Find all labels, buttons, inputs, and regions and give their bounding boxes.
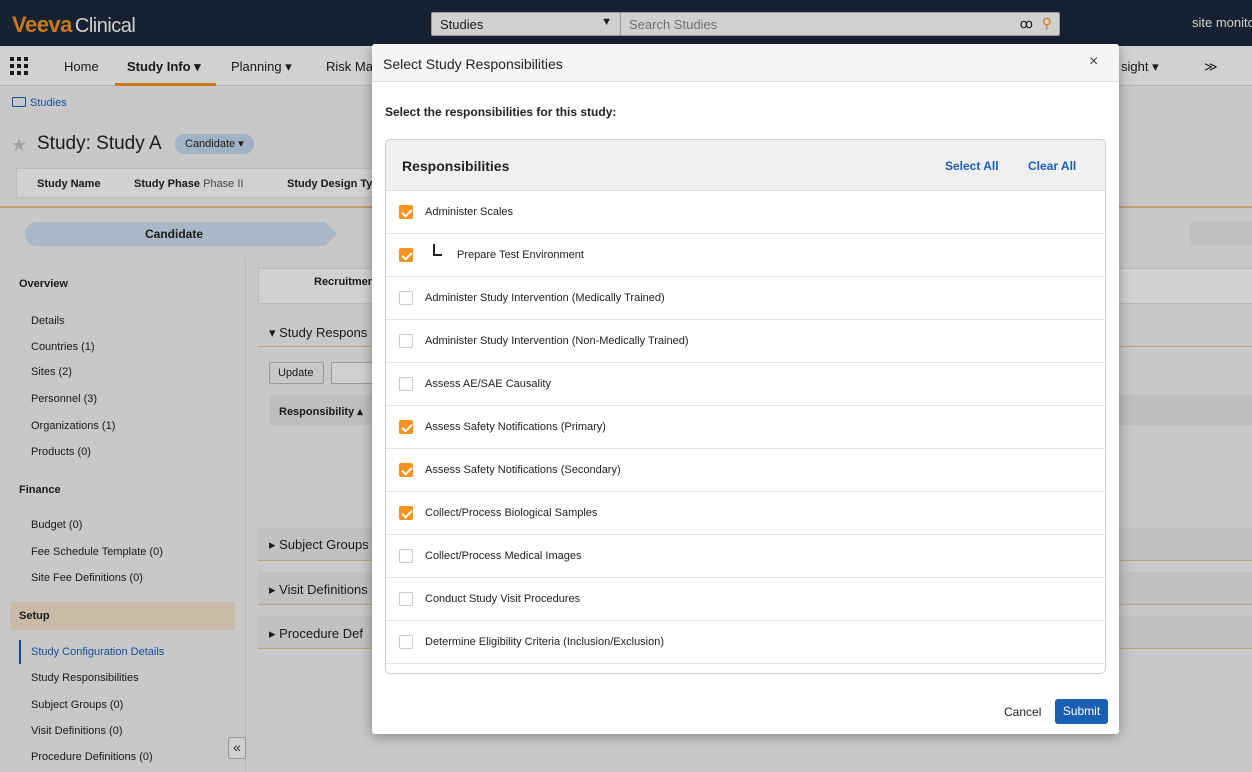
responsibility-label: Administer Scales bbox=[425, 206, 514, 218]
cancel-button[interactable]: Cancel bbox=[1004, 705, 1041, 719]
responsibility-row[interactable]: Administer Study Intervention (Medically… bbox=[386, 277, 1105, 320]
responsibility-row[interactable]: Assess Safety Notifications (Primary) bbox=[386, 406, 1105, 449]
checkbox-unchecked[interactable] bbox=[399, 592, 413, 606]
responsibility-label: Prepare Test Environment bbox=[457, 249, 584, 261]
checkbox-unchecked[interactable] bbox=[399, 334, 413, 348]
responsibility-label: Administer Study Intervention (Medically… bbox=[425, 292, 665, 304]
submit-button[interactable]: Submit bbox=[1055, 699, 1108, 724]
dialog-header: Select Study Responsibilities × bbox=[372, 44, 1119, 82]
clear-all-link[interactable]: Clear All bbox=[1028, 159, 1076, 173]
select-all-link[interactable]: Select All bbox=[945, 159, 999, 173]
checkbox-checked[interactable] bbox=[399, 506, 413, 520]
checkbox-checked[interactable] bbox=[399, 248, 413, 262]
responsibility-row[interactable]: Conduct Study Visit Procedures bbox=[386, 578, 1105, 621]
responsibility-label: Conduct Study Visit Procedures bbox=[425, 593, 581, 605]
checkbox-unchecked[interactable] bbox=[399, 635, 413, 649]
responsibilities-panel: Responsibilities Select All Clear All Ad… bbox=[385, 139, 1106, 674]
responsibilities-panel-title: Responsibilities bbox=[402, 158, 510, 174]
select-responsibilities-dialog: Select Study Responsibilities × Select t… bbox=[372, 44, 1119, 734]
checkbox-unchecked[interactable] bbox=[399, 291, 413, 305]
responsibility-label: Administer Study Intervention (Non-Medic… bbox=[425, 335, 689, 347]
responsibility-row[interactable]: Assess AE/SAE Causality bbox=[386, 363, 1105, 406]
close-icon[interactable]: × bbox=[1089, 53, 1098, 71]
checkbox-unchecked[interactable] bbox=[399, 549, 413, 563]
checkbox-checked[interactable] bbox=[399, 463, 413, 477]
responsibility-label: Collect/Process Medical Images bbox=[425, 550, 582, 562]
responsibility-row[interactable]: Administer Scales bbox=[386, 191, 1105, 234]
checkbox-checked[interactable] bbox=[399, 420, 413, 434]
dialog-title: Select Study Responsibilities bbox=[383, 56, 563, 72]
responsibility-row[interactable]: Administer Study Intervention (Non-Medic… bbox=[386, 320, 1105, 363]
checkbox-checked[interactable] bbox=[399, 205, 413, 219]
responsibilities-panel-header: Responsibilities Select All Clear All bbox=[386, 140, 1105, 191]
responsibility-row[interactable]: Collect/Process Medical Images bbox=[386, 535, 1105, 578]
responsibility-label: Determine Eligibility Criteria (Inclusio… bbox=[425, 636, 665, 648]
responsibility-row[interactable]: Collect/Process Biological Samples bbox=[386, 492, 1105, 535]
responsibility-row[interactable]: Prepare Test Environment bbox=[386, 234, 1105, 277]
responsibility-row[interactable]: Assess Safety Notifications (Secondary) bbox=[386, 449, 1105, 492]
responsibility-row[interactable]: Determine Eligibility Criteria (Inclusio… bbox=[386, 621, 1105, 664]
dialog-instruction: Select the responsibilities for this stu… bbox=[385, 105, 617, 119]
checkbox-unchecked[interactable] bbox=[399, 377, 413, 391]
child-indent-icon bbox=[433, 244, 442, 256]
responsibility-label: Assess Safety Notifications (Primary) bbox=[425, 421, 606, 433]
responsibility-label: Assess AE/SAE Causality bbox=[425, 378, 551, 390]
responsibility-label: Collect/Process Biological Samples bbox=[425, 507, 598, 519]
responsibility-label: Assess Safety Notifications (Secondary) bbox=[425, 464, 621, 476]
